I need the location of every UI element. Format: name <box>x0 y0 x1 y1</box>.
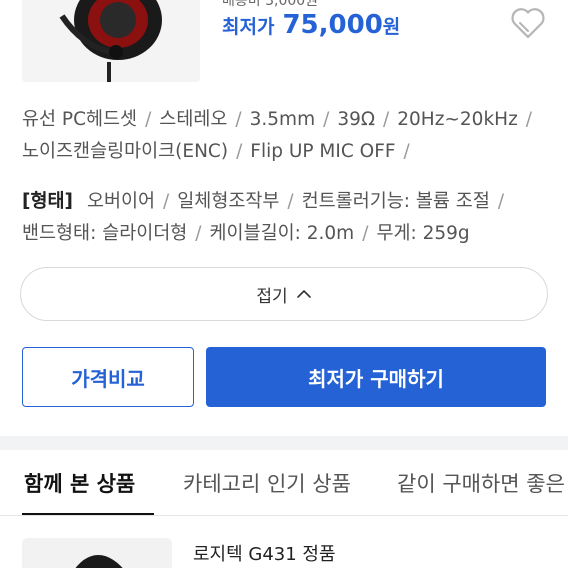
spec-separator: / <box>323 109 330 130</box>
spec-item: 컨트롤러기능: 볼륨 조절 <box>301 191 490 212</box>
fold-button-label: 접기 <box>256 286 288 307</box>
fold-button[interactable]: 접기 <box>20 267 548 321</box>
product-summary: 배송비 3,000원 최저가 75,000원 <box>0 0 568 90</box>
spec-separator: / <box>287 191 294 212</box>
price-row: 최저가 75,000원 <box>222 10 400 40</box>
spec-summary: 유선 PC헤드셋 / 스테레오 / 3.5mm / 39Ω / 20Hz~20kHz / 노이즈캔슬… <box>22 104 550 168</box>
spec-item: Flip UP MIC OFF <box>250 141 396 162</box>
related-product-title[interactable]: 로지텍 G431 정품 <box>193 540 336 566</box>
tab-viewed-together[interactable]: 함께 본 상품 <box>24 468 135 498</box>
spec-item: 유선 PC헤드셋 <box>22 109 138 130</box>
spec-separator: / <box>236 141 243 162</box>
tab-category-popular[interactable]: 카테고리 인기 상품 <box>183 468 351 498</box>
spec-separator: / <box>497 191 505 212</box>
spec-separator: / <box>525 109 533 130</box>
spec-item: 3.5mm <box>249 109 316 130</box>
heart-icon <box>511 8 545 39</box>
spec-separator: / <box>195 223 202 244</box>
spec-item: 일체형조작부 <box>177 191 280 212</box>
spec-separator: / <box>163 191 170 212</box>
spec-item: 오버이어 <box>86 191 156 212</box>
headset-image-icon <box>22 0 200 82</box>
recommendation-tabs: 함께 본 상품 카테고리 인기 상품 같이 구매하면 좋은 <box>0 450 568 516</box>
spec-form-label: [형태] <box>22 191 73 212</box>
buy-lowest-price-button[interactable]: 최저가 구매하기 <box>206 347 546 407</box>
spec-separator: / <box>145 109 152 130</box>
spec-separator: / <box>403 141 410 162</box>
spec-separator: / <box>235 109 242 130</box>
spec-item: 39Ω <box>337 109 376 130</box>
spec-form: [형태] 오버이어 / 일체형조작부 / 컨트롤러기능: 볼륨 조절 / 밴드형태: 슬라이더… <box>22 186 550 250</box>
spec-separator: / <box>383 109 390 130</box>
price-value: 75,000원 <box>282 10 400 40</box>
price-compare-button[interactable]: 가격비교 <box>22 347 194 407</box>
spec-item: 케이블길이: 2.0m <box>209 223 355 244</box>
tab-bought-together[interactable]: 같이 구매하면 좋은 <box>397 468 565 498</box>
active-tab-indicator <box>22 513 154 515</box>
shipping-info: 배송비 3,000원 <box>222 0 319 9</box>
section-divider <box>0 436 568 450</box>
spec-item: 노이즈캔슬링마이크(ENC) <box>22 141 229 162</box>
spec-separator: / <box>362 223 369 244</box>
related-product-image[interactable] <box>22 538 172 568</box>
spec-item: 무게: 259g <box>376 223 470 244</box>
product-image[interactable] <box>22 0 200 82</box>
price-label: 최저가 <box>222 16 275 38</box>
spec-item: 스테레오 <box>159 109 228 130</box>
price-unit: 원 <box>382 16 401 38</box>
chevron-up-icon <box>296 290 311 298</box>
price-amount: 75,000 <box>282 10 383 40</box>
spec-item: 20Hz~20kHz <box>397 109 518 130</box>
headset-image-icon <box>22 538 172 568</box>
spec-item: 밴드형태: 슬라이더형 <box>22 223 188 244</box>
wishlist-button[interactable] <box>508 4 548 42</box>
